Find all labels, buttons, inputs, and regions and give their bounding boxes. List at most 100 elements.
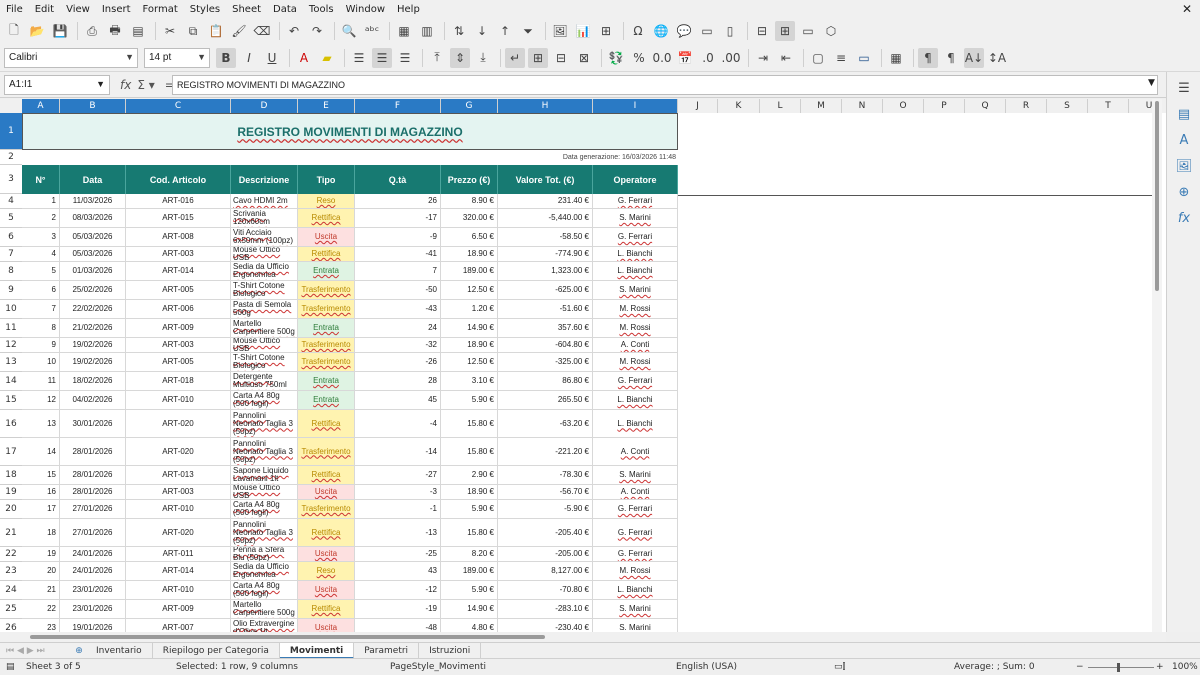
unmerge-cells-icon[interactable]: ⊠ <box>574 48 594 68</box>
sum-icon[interactable]: Σ ▾ <box>137 78 154 92</box>
column-title[interactable]: Tipo <box>298 165 355 194</box>
cell-code[interactable]: ART-005 <box>126 281 231 300</box>
cell-n[interactable]: 17 <box>22 500 60 519</box>
cell-total[interactable]: -230.40 € <box>498 619 593 632</box>
row-header-21[interactable]: 21 <box>0 519 22 547</box>
cell-desc[interactable]: T-Shirt Cotone Biologico <box>231 281 298 300</box>
define-print-area-icon[interactable]: ▯ <box>720 21 740 41</box>
cell-code[interactable]: ART-009 <box>126 319 231 338</box>
row-header-12[interactable]: 12 <box>0 338 22 353</box>
cell-total[interactable]: -283.10 € <box>498 600 593 619</box>
expand-formula-icon[interactable]: ▼ <box>1148 78 1155 88</box>
cell-tipo[interactable]: Uscita <box>298 485 355 500</box>
cell-desc[interactable]: Penna a Sfera Blu (50pz) <box>231 547 298 562</box>
cell-total[interactable]: -325.00 € <box>498 353 593 372</box>
cell-tipo[interactable]: Trasferimento <box>298 300 355 319</box>
cell-date[interactable]: 04/02/2026 <box>60 391 126 410</box>
copy-icon[interactable]: ⧉ <box>183 21 203 41</box>
cell-desc[interactable]: Sedia da Ufficio Ergonomica <box>231 262 298 281</box>
cell-desc[interactable]: Pannolini Neonato Taglia 3 (50pz) <box>231 519 298 547</box>
autofilter-icon[interactable]: ⏷ <box>518 21 538 41</box>
row-header-10[interactable]: 10 <box>0 300 22 319</box>
row-header-18[interactable]: 18 <box>0 466 22 485</box>
cell-desc[interactable]: Mouse Ottico USB <box>231 247 298 262</box>
column-header-g[interactable]: G <box>441 99 498 113</box>
sort-ascending-icon[interactable]: ↓ <box>472 21 492 41</box>
cell-tipo[interactable]: Rettifica <box>298 466 355 485</box>
column-header-d[interactable]: D <box>231 99 298 113</box>
cell-qty[interactable]: -48 <box>355 619 441 632</box>
row-header-1[interactable]: 1 <box>0 113 22 150</box>
sort-descending-icon[interactable]: ↑ <box>495 21 515 41</box>
cell-tipo[interactable]: Uscita <box>298 228 355 247</box>
cell-desc[interactable]: Mouse Ottico USB <box>231 485 298 500</box>
split-window-icon[interactable]: ⊞ <box>775 21 795 41</box>
menu-format[interactable]: Format <box>143 4 178 15</box>
cell-total[interactable]: -51.60 € <box>498 300 593 319</box>
cell-date[interactable]: 05/03/2026 <box>60 228 126 247</box>
column-title[interactable]: N° <box>22 165 60 194</box>
cell-tipo[interactable]: Rettifica <box>298 600 355 619</box>
cell-op[interactable]: M. Rossi <box>593 319 678 338</box>
cell-n[interactable]: 5 <box>22 262 60 281</box>
cell-total[interactable]: 8,127.00 € <box>498 562 593 581</box>
row-header-15[interactable]: 15 <box>0 391 22 410</box>
row-header-23[interactable]: 23 <box>0 562 22 581</box>
cell-op[interactable]: G. Ferrari <box>593 547 678 562</box>
cell-n[interactable]: 7 <box>22 300 60 319</box>
cell-qty[interactable]: -12 <box>355 581 441 600</box>
name-box[interactable]: A1:I1 ▼ <box>4 74 110 95</box>
cell-date[interactable]: 11/03/2026 <box>60 194 126 209</box>
cell-price[interactable]: 3.10 € <box>441 372 498 391</box>
column-header-f[interactable]: F <box>355 99 441 113</box>
cell-op[interactable]: S. Marini <box>593 281 678 300</box>
text-direction-tb-icon[interactable]: ↕A <box>987 48 1007 68</box>
cell-tipo[interactable]: Entrata <box>298 262 355 281</box>
column-header-b[interactable]: B <box>60 99 126 113</box>
cell-code[interactable]: ART-008 <box>126 228 231 247</box>
decrease-indent-icon[interactable]: ⇤ <box>776 48 796 68</box>
center-vertically-icon[interactable]: ⇕ <box>450 47 470 68</box>
cell-code[interactable]: ART-003 <box>126 485 231 500</box>
cell-code[interactable]: ART-020 <box>126 410 231 438</box>
cell-op[interactable]: S. Marini <box>593 466 678 485</box>
column-icon[interactable]: ▥ <box>417 21 437 41</box>
tab-inventario[interactable]: Inventario <box>86 642 153 659</box>
hyperlink-icon[interactable]: 🌐 <box>651 21 671 41</box>
cell-date[interactable]: 01/03/2026 <box>60 262 126 281</box>
cell-op[interactable]: L. Bianchi <box>593 247 678 262</box>
cell-price[interactable]: 5.90 € <box>441 581 498 600</box>
cell-date[interactable]: 27/01/2026 <box>60 500 126 519</box>
row-header-11[interactable]: 11 <box>0 319 22 338</box>
cell-n[interactable]: 20 <box>22 562 60 581</box>
cell-qty[interactable]: -41 <box>355 247 441 262</box>
tab-navigation[interactable]: ⏮ ◀ ▶ ⏭ <box>0 646 72 656</box>
cell-total[interactable]: -205.40 € <box>498 519 593 547</box>
column-title[interactable]: Cod. Articolo <box>126 165 231 194</box>
cell-price[interactable]: 18.90 € <box>441 485 498 500</box>
function-wizard-icon[interactable]: fx <box>120 78 131 92</box>
special-character-icon[interactable]: Ω <box>628 21 648 41</box>
cell-op[interactable]: M. Rossi <box>593 300 678 319</box>
borders-icon[interactable]: ▢ <box>808 48 828 68</box>
row-header-26[interactable]: 26 <box>0 619 22 632</box>
open-icon[interactable]: 📂 <box>27 21 47 41</box>
cell-desc[interactable]: Carta A4 80g (500 fogli) <box>231 500 298 519</box>
cell-desc[interactable]: Martello Carpentiere 500g <box>231 319 298 338</box>
cell-price[interactable]: 12.50 € <box>441 353 498 372</box>
column-title[interactable]: Q.tà <box>355 165 441 194</box>
cell-total[interactable]: 86.80 € <box>498 372 593 391</box>
highlight-icon[interactable]: ▰ <box>317 48 337 68</box>
chart-icon[interactable]: 📊 <box>573 21 593 41</box>
cell-price[interactable]: 12.50 € <box>441 281 498 300</box>
conditional-format-icon[interactable]: ▦ <box>886 48 906 68</box>
comment-icon[interactable]: 💬 <box>674 21 694 41</box>
zoom-slider-handle[interactable] <box>1117 663 1120 672</box>
tab-riepilogo-per-categoria[interactable]: Riepilogo per Categoria <box>153 642 280 659</box>
menu-help[interactable]: Help <box>397 4 420 15</box>
cell-desc[interactable]: Pannolini Neonato Taglia 3 (50pz) <box>231 410 298 438</box>
cell-qty[interactable]: -26 <box>355 353 441 372</box>
cell-tipo[interactable]: Trasferimento <box>298 353 355 372</box>
merge-center-icon[interactable]: ⊞ <box>528 47 548 68</box>
row-header-8[interactable]: 8 <box>0 262 22 281</box>
